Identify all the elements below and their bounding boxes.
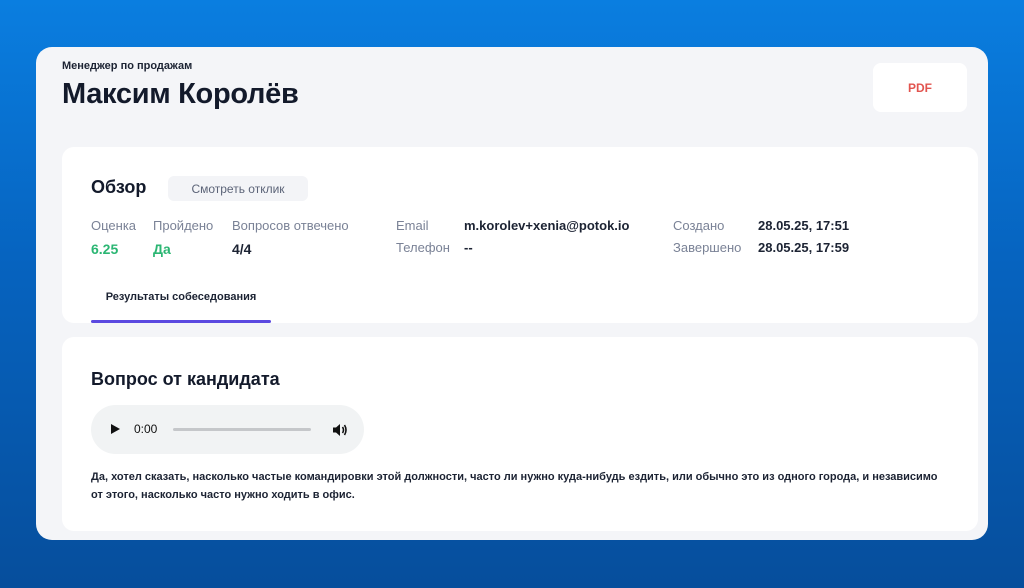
score-value: 6.25 [91,241,119,257]
passed-label: Пройдено [153,218,214,233]
tab-interview-results[interactable]: Результаты собеседования [91,281,271,323]
job-role: Менеджер по продажам [62,60,193,72]
phone-label: Телефон [396,240,450,255]
question-card: Вопрос от кандидата 0:00 Да, хотел сказа… [62,337,978,531]
answer-transcript: Да, хотел сказать, насколько частые кома… [91,471,938,501]
view-response-button[interactable]: Смотреть отклик [168,176,308,201]
completed-value: 28.05.25, 17:59 [758,240,850,255]
created-label: Создано [673,218,725,233]
answered-label: Вопросов отвечено [232,218,349,233]
audio-progress-bar[interactable] [173,428,311,431]
pdf-button[interactable]: PDF [873,63,967,112]
created-value: 28.05.25, 17:51 [758,218,850,233]
overview-card: Обзор Смотреть отклик Оценка 6.25 Пройде… [62,147,978,323]
overview-title: Обзор [91,177,147,197]
answered-value: 4/4 [232,241,252,257]
passed-value: Да [153,241,171,257]
email-value[interactable]: m.korolev+xenia@potok.io [464,218,629,233]
active-tab-indicator [91,320,271,323]
email-label: Email [396,218,429,233]
audio-time: 0:00 [134,422,158,436]
candidate-window: Менеджер по продажам Максим Королёв PDF … [36,47,988,540]
candidate-name: Максим Королёв [62,78,299,110]
play-icon[interactable] [111,424,120,434]
question-title: Вопрос от кандидата [91,369,280,389]
audio-player: 0:00 [91,405,364,454]
score-label: Оценка [91,218,137,233]
completed-label: Завершено [673,240,742,255]
volume-icon[interactable] [332,422,348,438]
phone-value: -- [464,240,473,255]
